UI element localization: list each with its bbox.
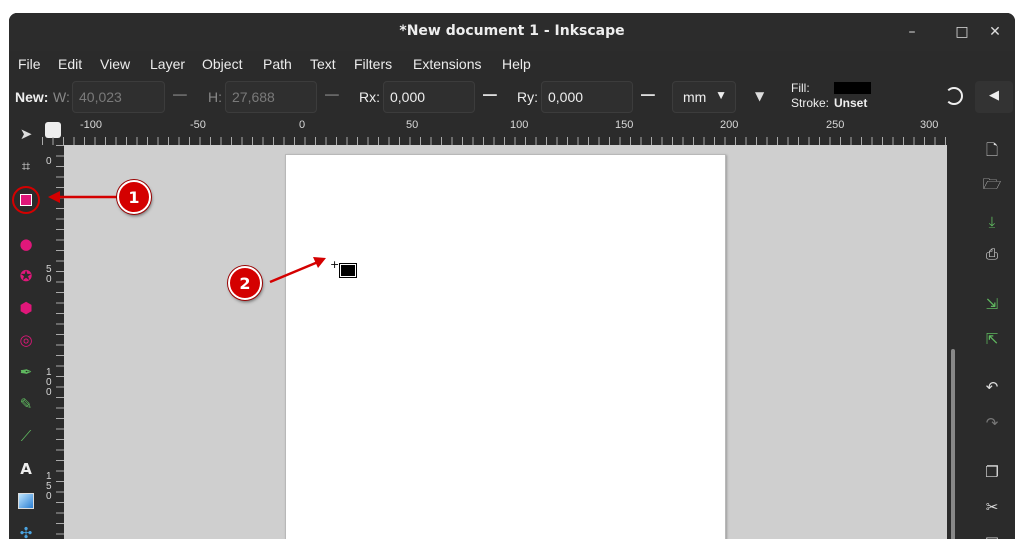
ruler-label: 50 [406, 119, 419, 131]
stroke-value: Unset [834, 96, 868, 110]
tool-controls-bar: New: W: 40,023 −+ H: 27,688 −+ Rx: 0,000… [9, 79, 1015, 138]
horizontal-ruler: -100 -50 0 50 100 150 200 250 300 [42, 117, 947, 145]
ruler-label: 5 0 [46, 264, 52, 285]
undo-icon[interactable]: ↶ [981, 376, 1003, 398]
rx-field[interactable]: 0,000 [383, 81, 475, 113]
pencil-tool-icon[interactable]: ✎ [14, 392, 38, 416]
ry-label: Ry: [517, 89, 538, 105]
export-icon[interactable]: ⇱ [981, 328, 1003, 350]
mode-label: New: [15, 89, 49, 105]
menu-bar: File Edit View Layer Object Path Text Fi… [9, 51, 1015, 77]
node-tool-icon[interactable]: ⌗ [14, 154, 38, 178]
height-label: H: [208, 89, 222, 105]
rx-label: Rx: [359, 89, 380, 105]
minimize-button[interactable]: – [901, 21, 923, 43]
gradient-glyph [18, 493, 34, 509]
crosshair-cursor-icon: + [330, 258, 340, 271]
ruler-label: 150 [615, 119, 634, 131]
document-page[interactable] [285, 154, 726, 539]
star-tool-icon[interactable]: ✪ [14, 264, 38, 288]
stroke-width-icon[interactable] [945, 87, 963, 105]
commands-bar: 🗋 🗁 ⤓ ⎙ ⇲ ⇱ ↶ ↷ ❐ ✂ ▤ [959, 117, 1015, 539]
menu-text[interactable]: Text [310, 56, 336, 72]
ry-field[interactable]: 0,000 [541, 81, 633, 113]
close-button[interactable]: ✕ [984, 21, 1006, 43]
spiral-tool-icon[interactable]: ◎ [14, 328, 38, 352]
drawn-rectangle[interactable] [339, 263, 357, 278]
calligraphy-tool-icon[interactable]: ⟋ [14, 424, 38, 448]
vertical-scrollbar[interactable] [947, 145, 959, 539]
3d-box-tool-icon[interactable]: ⬢ [14, 296, 38, 320]
height-field[interactable]: 27,688 [225, 81, 317, 113]
ruler-label: 100 [510, 119, 529, 131]
ruler-ticks [42, 137, 947, 145]
cut-icon[interactable]: ✂ [981, 496, 1003, 518]
save-document-icon[interactable]: ⤓ [981, 211, 1003, 233]
ruler-label: -100 [80, 119, 103, 131]
callout-1: 1 [117, 180, 151, 214]
menu-help[interactable]: Help [502, 56, 531, 72]
selector-tool-icon[interactable]: ➤ [14, 122, 38, 146]
paste-icon[interactable]: ▤ [981, 531, 1003, 539]
menu-path[interactable]: Path [263, 56, 292, 72]
pen-tool-icon[interactable]: ✒ [14, 360, 38, 384]
menu-edit[interactable]: Edit [58, 56, 82, 72]
drawing-canvas[interactable]: + [64, 145, 947, 539]
unit-value: mm [683, 89, 707, 105]
overflow-menu-icon[interactable]: ▼ [755, 89, 764, 103]
toolbox: ➤ ⌗ ● ✪ ⬢ ◎ ✒ ✎ ⟋ A ✣ [9, 117, 42, 539]
ruler-label: -50 [190, 119, 206, 131]
vertical-ruler: 0 5 0 1 0 0 1 5 0 [42, 145, 64, 539]
chevron-down-icon: ▼ [715, 88, 727, 102]
inkscape-window: *New document 1 - Inkscape – □ ✕ File Ed… [9, 13, 1015, 539]
title-bar: *New document 1 - Inkscape – □ ✕ [9, 13, 1015, 51]
rectangle-glyph [20, 194, 32, 206]
height-stepper[interactable]: −+ [315, 81, 349, 138]
redo-icon[interactable]: ↷ [981, 412, 1003, 434]
ruler-label: 1 5 0 [46, 471, 52, 502]
width-label: W: [53, 89, 70, 105]
unit-select[interactable]: mm ▼ [672, 81, 736, 113]
maximize-button[interactable]: □ [951, 21, 973, 43]
import-icon[interactable]: ⇲ [981, 293, 1003, 315]
ruler-label: 1 0 0 [46, 367, 52, 398]
lock-guides-icon[interactable] [45, 122, 61, 138]
text-tool-icon[interactable]: A [14, 457, 38, 481]
ruler-label: 250 [826, 119, 845, 131]
ruler-ticks [56, 145, 64, 539]
ruler-label: 300 [920, 119, 939, 131]
ruler-label: 0 [46, 156, 52, 167]
menu-extensions[interactable]: Extensions [413, 56, 481, 72]
window-title: *New document 1 - Inkscape [399, 23, 625, 39]
new-document-icon[interactable]: 🗋 [981, 141, 1003, 163]
stroke-label: Stroke: [791, 96, 830, 110]
fill-label: Fill: [791, 81, 810, 95]
scrollbar-thumb[interactable] [951, 349, 955, 539]
mesh-tool-icon[interactable]: ✣ [14, 521, 38, 539]
rx-stepper[interactable]: −+ [473, 81, 507, 138]
ellipse-tool-icon[interactable]: ● [14, 232, 38, 256]
menu-filters[interactable]: Filters [354, 56, 392, 72]
ruler-label: 200 [720, 119, 739, 131]
collapse-panel-button[interactable]: ◀ [975, 81, 1013, 113]
copy-icon[interactable]: ❐ [981, 461, 1003, 483]
rectangle-tool-icon[interactable] [12, 186, 40, 214]
print-icon[interactable]: ⎙ [981, 243, 1003, 265]
width-field[interactable]: 40,023 [72, 81, 165, 113]
menu-view[interactable]: View [100, 56, 130, 72]
ruler-label: 0 [299, 119, 306, 131]
width-stepper[interactable]: −+ [163, 81, 197, 138]
ry-stepper[interactable]: −+ [631, 81, 665, 138]
callout-2: 2 [228, 266, 262, 300]
menu-object[interactable]: Object [202, 56, 242, 72]
open-document-icon[interactable]: 🗁 [981, 175, 1003, 197]
gradient-tool-icon[interactable] [14, 489, 38, 513]
menu-layer[interactable]: Layer [150, 56, 185, 72]
menu-file[interactable]: File [18, 56, 41, 72]
fill-swatch[interactable] [834, 82, 871, 94]
